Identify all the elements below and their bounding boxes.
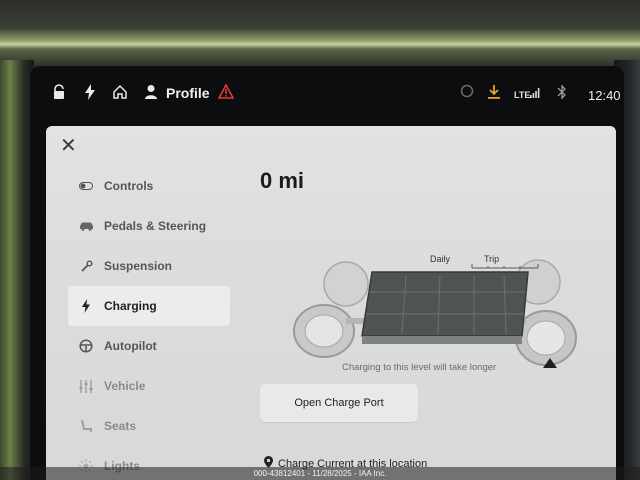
status-bar: Profile LTE 12:40 — [30, 66, 624, 124]
open-charge-port-button[interactable]: Open Charge Port — [260, 384, 418, 422]
sidebar-item-controls[interactable]: Controls — [68, 166, 230, 206]
seat-icon — [78, 418, 94, 434]
toggle-icon — [78, 178, 94, 194]
sidebar-item-label: Seats — [104, 419, 137, 433]
car-icon — [78, 218, 94, 234]
steering-wheel-icon — [78, 338, 94, 354]
battery-chassis-illustration — [293, 259, 577, 368]
download-icon[interactable] — [487, 84, 501, 100]
wrench-icon — [78, 258, 94, 274]
bolt-icon — [78, 298, 94, 314]
sidebar-item-label: Controls — [104, 179, 154, 193]
sidebar-item-autopilot[interactable]: Autopilot — [68, 326, 230, 366]
sidebar-item-label: Vehicle — [104, 379, 146, 393]
dashboard-bezel-left — [0, 60, 34, 480]
trip-label: Trip — [484, 254, 500, 264]
warning-icon[interactable] — [218, 84, 234, 99]
daily-label: Daily — [430, 254, 451, 264]
lock-icon[interactable] — [52, 84, 66, 100]
watermark: 000-43812401 - 11/28/2025 - IAA Inc. — [0, 467, 640, 480]
close-icon[interactable]: ✕ — [60, 136, 77, 156]
sidebar-item-label: Autopilot — [104, 339, 157, 353]
profile-label[interactable]: Profile — [166, 85, 210, 101]
sidebar-item-seats[interactable]: Seats — [68, 406, 230, 446]
network-label: LTE — [514, 90, 531, 100]
sidebar-item-label: Charging — [104, 299, 157, 313]
signal-bars-icon — [530, 88, 540, 98]
sidebar-item-vehicle[interactable]: Vehicle — [68, 366, 230, 406]
range-readout: 0 mi — [260, 168, 305, 193]
sidebar-item-label: Suspension — [104, 259, 173, 273]
tire-icon[interactable] — [460, 84, 474, 98]
settings-sidebar: Controls Pedals & Steering Suspension Ch… — [68, 166, 230, 480]
sidebar-item-charging[interactable]: Charging — [68, 286, 230, 326]
sidebar-item-label: Pedals & Steering — [104, 219, 207, 233]
settings-panel: ✕ Controls Pedals & Steering Suspension — [46, 126, 616, 480]
bluetooth-icon[interactable] — [557, 84, 567, 100]
sliders-icon — [78, 378, 94, 394]
charge-level-hint: Charging to this level will take longer — [342, 362, 497, 373]
sidebar-item-suspension[interactable]: Suspension — [68, 246, 230, 286]
sidebar-item-pedals-steering[interactable]: Pedals & Steering — [68, 206, 230, 246]
clock: 12:40 — [588, 88, 621, 103]
person-icon[interactable] — [144, 84, 158, 100]
bolt-icon[interactable] — [84, 84, 96, 100]
touchscreen: Profile LTE 12:40 ✕ Controls Pedals & St… — [30, 66, 624, 480]
home-icon[interactable] — [112, 84, 128, 100]
dashboard-bezel-top — [0, 0, 640, 70]
